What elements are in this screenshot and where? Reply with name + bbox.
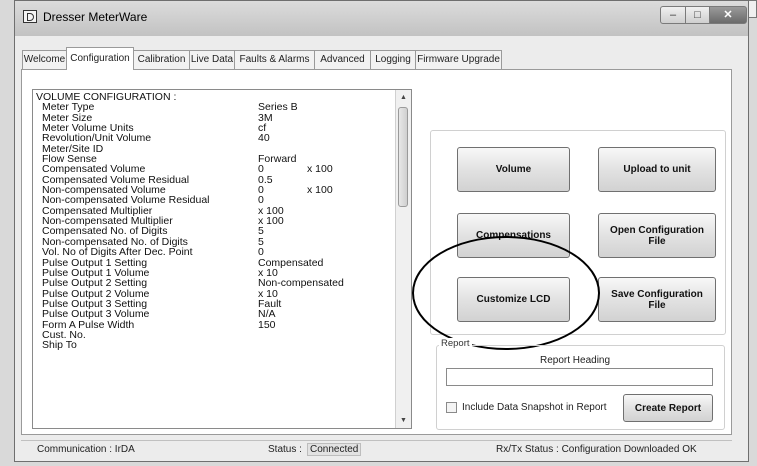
minimize-button[interactable]: –: [660, 6, 686, 24]
list-item-value: 0: [258, 246, 264, 259]
list-item: Form A Pulse Width 150: [36, 318, 394, 331]
status-bar: Communication : IrDA Status : Connected …: [21, 440, 732, 458]
tab-calibration[interactable]: Calibration: [133, 50, 190, 69]
rx-tx-status: Rx/Tx Status : Configuration Downloaded …: [496, 444, 697, 455]
upload-to-unit-button[interactable]: Upload to unit: [598, 147, 716, 192]
tab-configuration[interactable]: Configuration: [66, 47, 134, 70]
annotation-ellipse: [412, 236, 600, 350]
list-item-value: Non-compensated: [258, 277, 344, 290]
title-bar[interactable]: Dresser MeterWare – □ ✕: [15, 1, 748, 36]
close-button[interactable]: ✕: [709, 6, 747, 24]
include-snapshot-checkbox[interactable]: [446, 402, 457, 413]
scroll-thumb[interactable]: [398, 107, 408, 207]
list-scrollbar[interactable]: ▲ ▼: [395, 90, 411, 428]
configuration-list-content: VOLUME CONFIGURATION : Meter Type Series …: [36, 92, 394, 351]
maximize-button[interactable]: □: [685, 6, 710, 24]
report-group-label: Report: [439, 338, 472, 349]
list-item: Pulse Output 3 Volume N/A: [36, 308, 394, 321]
configuration-list[interactable]: VOLUME CONFIGURATION : Meter Type Series …: [32, 89, 412, 429]
list-item-multiplier: x 100: [307, 184, 333, 197]
volume-button[interactable]: Volume: [457, 147, 570, 192]
list-item-value: 150: [258, 318, 276, 331]
list-item-key: Vol. No of Digits After Dec. Point: [42, 246, 193, 259]
list-item: Vol. No of Digits After Dec. Point 0: [36, 246, 394, 259]
save-configuration-file-button[interactable]: Save Configuration File: [598, 277, 716, 322]
window-title: Dresser MeterWare: [43, 10, 148, 24]
list-item-key: Ship To: [42, 339, 77, 352]
list-item: Ship To: [36, 339, 394, 352]
report-heading-input[interactable]: [446, 368, 713, 386]
list-item-value: N/A: [258, 308, 276, 321]
status-label: Status :: [268, 444, 302, 455]
include-snapshot-label: Include Data Snapshot in Report: [462, 402, 607, 413]
connection-status-value: Connected: [307, 443, 362, 456]
tab-welcome[interactable]: Welcome: [22, 50, 67, 69]
list-item-multiplier: x 100: [307, 163, 333, 176]
list-item: Pulse Output 2 Setting Non-compensated: [36, 277, 394, 290]
tab-firmware-upgrade[interactable]: Firmware Upgrade: [415, 50, 502, 69]
communication-status: Communication : IrDA: [37, 444, 135, 455]
list-item-value: 40: [258, 132, 270, 145]
scroll-down-icon[interactable]: ▼: [396, 413, 411, 428]
list-item-key: Pulse Output 2 Setting: [42, 277, 148, 290]
tab-logging[interactable]: Logging: [370, 50, 416, 69]
create-report-button[interactable]: Create Report: [623, 394, 713, 422]
app-icon: [23, 10, 37, 23]
scroll-up-icon[interactable]: ▲: [396, 90, 411, 105]
list-item-key: Pulse Output 3 Volume: [42, 308, 150, 321]
open-configuration-file-button[interactable]: Open Configuration File: [598, 213, 716, 258]
tab-live-data[interactable]: Live Data: [189, 50, 235, 69]
report-heading-label: Report Heading: [540, 355, 611, 366]
tab-advanced[interactable]: Advanced: [314, 50, 371, 69]
list-item: Cust. No.: [36, 329, 394, 340]
tab-faults-alarms[interactable]: Faults & Alarms: [234, 50, 315, 69]
